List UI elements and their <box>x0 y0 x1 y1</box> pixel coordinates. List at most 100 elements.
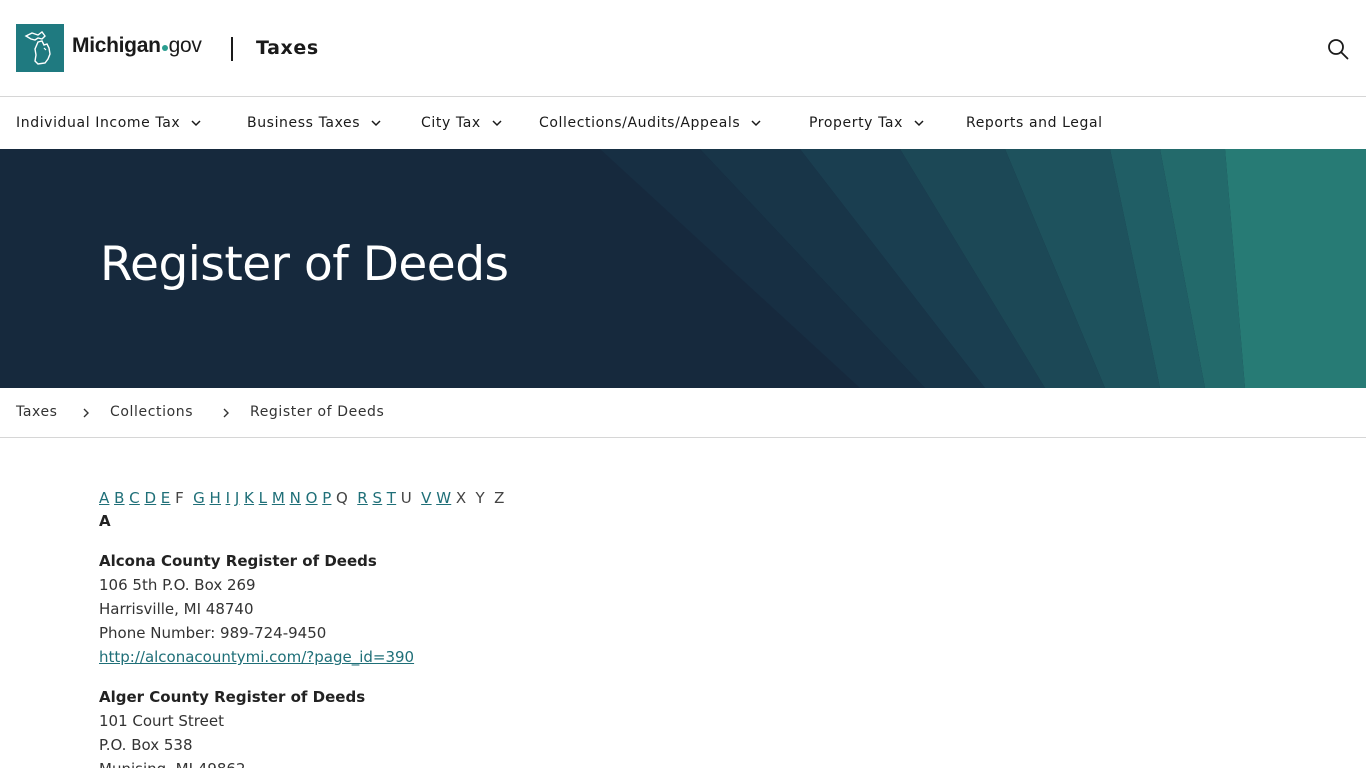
alphabet-letter-y: Y <box>475 489 485 507</box>
hero-banner: Register of Deeds <box>0 149 1366 388</box>
search-icon <box>1328 39 1349 60</box>
nav-label: Reports and Legal <box>966 115 1103 131</box>
alphabet-letter-wrap: J <box>235 487 240 509</box>
alphabet-letter-f: F <box>175 489 184 507</box>
alphabet-letter-z: Z <box>494 489 505 507</box>
alphabet-letter-k[interactable]: K <box>244 489 254 507</box>
alphabet-letter-wrap: U <box>401 487 417 509</box>
nav-label: Business Taxes <box>247 115 361 131</box>
chevron-down-icon <box>751 120 761 127</box>
alphabet-letter-o[interactable]: O <box>306 489 318 507</box>
nav-property-tax[interactable]: Property Tax <box>809 115 925 131</box>
page-title: Register of Deeds <box>100 237 509 292</box>
alphabet-letter-u: U <box>400 489 412 507</box>
alphabet-letter-b[interactable]: B <box>114 489 125 507</box>
brand-main: Michigan <box>72 34 161 57</box>
county-entry: Alger County Register of Deeds 101 Court… <box>99 685 1299 768</box>
nav-label: Individual Income Tax <box>16 115 181 131</box>
alphabet-letter-v[interactable]: V <box>421 489 431 507</box>
county-website-link[interactable]: http://alconacountymi.com/?page_id=390 <box>99 648 414 666</box>
breadcrumb-collections[interactable]: Collections <box>110 404 193 420</box>
alphabet-letter-p[interactable]: P <box>322 489 331 507</box>
alphabet-letter-wrap: H <box>210 487 221 509</box>
alphabet-letter-w[interactable]: W <box>436 489 451 507</box>
brand-wordmark[interactable]: Michigan gov <box>72 34 202 64</box>
nav-label: City Tax <box>421 115 481 131</box>
alphabet-letter-j[interactable]: J <box>235 489 240 507</box>
breadcrumb-taxes[interactable]: Taxes <box>16 404 58 420</box>
nav-label: Property Tax <box>809 115 903 131</box>
alphabet-letter-wrap: V <box>421 487 431 509</box>
nav-collections-audits-appeals[interactable]: Collections/Audits/Appeals <box>539 115 762 131</box>
nav-individual-income-tax[interactable]: Individual Income Tax <box>16 115 202 131</box>
search-button[interactable] <box>1326 37 1350 61</box>
alphabet-letter-wrap: A <box>99 487 109 509</box>
nav-business-taxes[interactable]: Business Taxes <box>247 115 382 131</box>
nav-city-tax[interactable]: City Tax <box>421 115 503 131</box>
alphabet-letter-s[interactable]: S <box>372 489 382 507</box>
main-nav: Individual Income Tax Business Taxes Cit… <box>0 97 1366 149</box>
county-po-box: P.O. Box 538 <box>99 736 193 754</box>
michigan-state-outline-icon[interactable] <box>16 24 64 72</box>
alphabet-letter-n[interactable]: N <box>290 489 301 507</box>
alphabet-letter-wrap: N <box>290 487 301 509</box>
alphabet-letter-wrap: L <box>259 487 268 509</box>
alphabet-letter-r[interactable]: R <box>357 489 368 507</box>
alphabet-index: ABCDEFGHIJKLMNOPQRSTUVWXYZ <box>99 487 1299 509</box>
county-address-line: 101 Court Street <box>99 712 224 730</box>
alphabet-letter-wrap: S <box>372 487 382 509</box>
alphabet-letter-i[interactable]: I <box>226 489 231 507</box>
brand-divider <box>231 37 233 61</box>
alphabet-letter-h[interactable]: H <box>210 489 221 507</box>
section-letter-heading: A <box>99 512 111 530</box>
alphabet-letter-wrap: O <box>306 487 318 509</box>
alphabet-letter-l[interactable]: L <box>259 489 268 507</box>
chevron-right-icon <box>83 408 89 418</box>
alphabet-letter-wrap: W <box>436 487 451 509</box>
alphabet-letter-wrap: B <box>114 487 125 509</box>
alphabet-letter-wrap: Z <box>494 487 509 509</box>
alphabet-letter-d[interactable]: D <box>144 489 156 507</box>
alphabet-letter-wrap: P <box>322 487 331 509</box>
county-entry: Alcona County Register of Deeds 106 5th … <box>99 549 1299 669</box>
chevron-down-icon <box>492 120 502 127</box>
county-name: Alger County Register of Deeds <box>99 688 366 706</box>
chevron-down-icon <box>371 120 381 127</box>
alphabet-letter-x: X <box>455 489 467 507</box>
alphabet-letter-wrap: K <box>244 487 254 509</box>
breadcrumb-current: Register of Deeds <box>250 404 385 420</box>
alphabet-letter-wrap: F <box>175 487 188 509</box>
alphabet-letter-e[interactable]: E <box>161 489 171 507</box>
alphabet-letter-m[interactable]: M <box>272 489 285 507</box>
county-city-line: Harrisville, MI 48740 <box>99 600 254 618</box>
alphabet-letter-t[interactable]: T <box>387 489 396 507</box>
county-address-line: 106 5th P.O. Box 269 <box>99 576 256 594</box>
alphabet-letter-wrap: X <box>456 487 471 509</box>
alphabet-letter-wrap: C <box>129 487 140 509</box>
alphabet-letter-wrap: G <box>193 487 205 509</box>
alphabet-letter-g[interactable]: G <box>193 489 205 507</box>
chevron-right-icon <box>223 408 229 418</box>
alphabet-letter-wrap: E <box>161 487 171 509</box>
breadcrumb: Taxes Collections Register of Deeds <box>0 388 1366 438</box>
county-city-line: Munising, MI 49862 <box>99 757 1299 768</box>
nav-label: Collections/Audits/Appeals <box>539 115 741 131</box>
main-content: ABCDEFGHIJKLMNOPQRSTUVWXYZ A Alcona Coun… <box>99 487 1299 768</box>
alphabet-letter-wrap: M <box>272 487 285 509</box>
county-name: Alcona County Register of Deeds <box>99 552 377 570</box>
alphabet-letter-a[interactable]: A <box>99 489 109 507</box>
agency-name[interactable]: Taxes <box>256 37 319 59</box>
county-phone: Phone Number: 989-724-9450 <box>99 624 327 642</box>
alphabet-letter-q: Q <box>336 489 349 507</box>
alphabet-letter-wrap: Q <box>336 487 353 509</box>
brand-dot-icon <box>161 45 168 51</box>
nav-reports-and-legal[interactable]: Reports and Legal <box>966 115 1103 131</box>
alphabet-letter-wrap: D <box>144 487 156 509</box>
alphabet-letter-wrap: R <box>357 487 368 509</box>
chevron-down-icon <box>191 120 201 127</box>
alphabet-letter-c[interactable]: C <box>129 489 140 507</box>
alphabet-letter-wrap: T <box>387 487 396 509</box>
site-header: Michigan gov Taxes <box>0 0 1366 97</box>
alphabet-letter-wrap: I <box>226 487 231 509</box>
alphabet-letter-wrap: Y <box>476 487 490 509</box>
